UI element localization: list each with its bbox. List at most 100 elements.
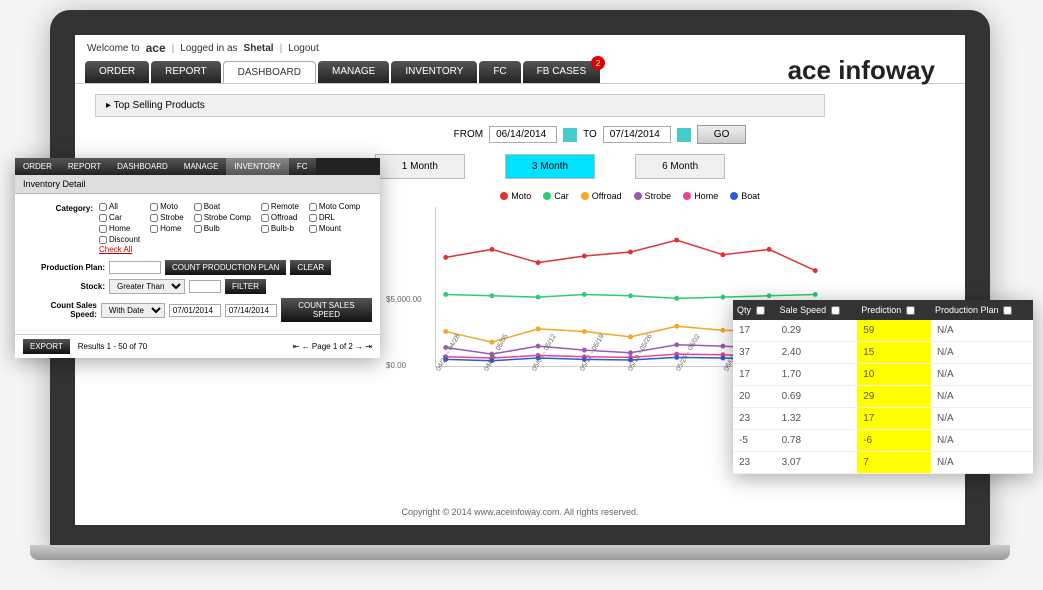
table-row[interactable]: 171.7010N/A: [733, 364, 1033, 386]
cell-qty: 20: [733, 386, 776, 408]
checkbox[interactable]: [194, 203, 202, 211]
table-row[interactable]: 200.6929N/A: [733, 386, 1033, 408]
checkbox[interactable]: [309, 225, 317, 233]
category-label-text: Strobe Comp: [204, 213, 251, 222]
category-checkbox[interactable]: Moto: [150, 202, 184, 211]
count-sales-speed-button[interactable]: COUNT SALES SPEED: [281, 298, 372, 322]
tab-manage[interactable]: MANAGE: [318, 61, 389, 83]
range-6-month[interactable]: 6 Month: [635, 154, 725, 179]
tab-fb-cases[interactable]: FB CASES2: [523, 61, 600, 83]
checkbox[interactable]: [99, 214, 107, 222]
sales-speed-select[interactable]: With Date: [101, 303, 165, 318]
clear-button[interactable]: CLEAR: [290, 260, 331, 275]
category-checkbox[interactable]: Strobe Comp: [194, 213, 251, 222]
cell-sale-speed: 3.07: [776, 452, 858, 474]
checkbox[interactable]: [150, 203, 158, 211]
go-button[interactable]: GO: [697, 125, 747, 144]
legend-item[interactable]: Boat: [730, 191, 760, 201]
header-checkbox[interactable]: [906, 306, 915, 315]
col-qty[interactable]: Qty: [733, 300, 776, 320]
category-checkbox[interactable]: Mount: [309, 224, 360, 233]
inv-tab-dashboard[interactable]: DASHBOARD: [109, 158, 176, 175]
category-checkbox[interactable]: Bulb: [194, 224, 251, 233]
cell-prediction: -6: [857, 430, 931, 452]
category-checkbox[interactable]: Home: [99, 224, 140, 233]
checkbox[interactable]: [99, 203, 107, 211]
checkbox[interactable]: [309, 203, 317, 211]
inv-tab-report[interactable]: REPORT: [60, 158, 109, 175]
checkbox[interactable]: [261, 225, 269, 233]
checkbox[interactable]: [309, 214, 317, 222]
col-sale-speed[interactable]: Sale Speed: [776, 300, 858, 320]
category-checkbox[interactable]: Boat: [194, 202, 251, 211]
date2-input[interactable]: [225, 304, 277, 317]
tab-inventory[interactable]: INVENTORY: [391, 61, 477, 83]
table-row[interactable]: 170.2959N/A: [733, 320, 1033, 342]
legend-item[interactable]: Car: [543, 191, 569, 201]
filter-button[interactable]: FILTER: [225, 279, 266, 294]
logout-link[interactable]: Logout: [288, 43, 319, 54]
to-date-input[interactable]: [603, 126, 671, 143]
legend-item[interactable]: Offroad: [581, 191, 622, 201]
check-all-link[interactable]: Check All: [99, 245, 132, 254]
category-checkbox[interactable]: Home: [150, 224, 184, 233]
checkbox[interactable]: [194, 214, 202, 222]
category-checkbox[interactable]: Remote: [261, 202, 299, 211]
category-label-text: Discount: [109, 235, 140, 244]
inv-tab-fc[interactable]: FC: [289, 158, 316, 175]
legend-label: Car: [554, 191, 569, 201]
table-row[interactable]: -50.78-6N/A: [733, 430, 1033, 452]
legend-label: Boat: [741, 191, 760, 201]
inv-tab-manage[interactable]: MANAGE: [176, 158, 227, 175]
inv-tab-inventory[interactable]: INVENTORY: [226, 158, 288, 175]
legend-item[interactable]: Home: [683, 191, 718, 201]
col-prediction[interactable]: Prediction: [857, 300, 931, 320]
header-checkbox[interactable]: [756, 306, 765, 315]
table-row[interactable]: 231.3217N/A: [733, 408, 1033, 430]
legend-item[interactable]: Strobe: [634, 191, 672, 201]
date1-input[interactable]: [169, 304, 221, 317]
checkbox[interactable]: [99, 225, 107, 233]
legend-label: Home: [694, 191, 718, 201]
range-3-month[interactable]: 3 Month: [505, 154, 595, 179]
category-label-text: Boat: [204, 202, 220, 211]
checkbox[interactable]: [150, 225, 158, 233]
category-checkbox[interactable]: Strobe: [150, 213, 184, 222]
calendar-icon[interactable]: [677, 128, 691, 142]
panel-title[interactable]: ▸ Top Selling Products: [95, 94, 825, 117]
table-body: 170.2959N/A372.4015N/A171.7010N/A200.692…: [733, 320, 1033, 474]
category-checkbox[interactable]: DRL: [309, 213, 360, 222]
checkbox[interactable]: [261, 214, 269, 222]
checkbox[interactable]: [99, 236, 107, 244]
header-checkbox[interactable]: [831, 306, 840, 315]
checkbox[interactable]: [150, 214, 158, 222]
legend-item[interactable]: Moto: [500, 191, 531, 201]
calendar-icon[interactable]: [563, 128, 577, 142]
checkbox[interactable]: [194, 225, 202, 233]
header-checkbox[interactable]: [1003, 306, 1012, 315]
table-row[interactable]: 372.4015N/A: [733, 342, 1033, 364]
stock-value-input[interactable]: [189, 280, 221, 293]
stock-select[interactable]: Greater Than: [109, 279, 185, 294]
export-button[interactable]: EXPORT: [23, 339, 70, 354]
pager-text: Page 1 of 2: [312, 342, 353, 351]
category-checkbox[interactable]: Bulb-b: [261, 224, 299, 233]
table-row[interactable]: 233.077N/A: [733, 452, 1033, 474]
category-checkbox[interactable]: Car: [99, 213, 140, 222]
inv-tab-order[interactable]: ORDER: [15, 158, 60, 175]
tab-order[interactable]: ORDER: [85, 61, 149, 83]
from-date-input[interactable]: [489, 126, 557, 143]
tab-fc[interactable]: FC: [479, 61, 520, 83]
tab-dashboard[interactable]: DASHBOARD: [223, 61, 316, 83]
count-production-button[interactable]: COUNT PRODUCTION PLAN: [165, 260, 286, 275]
category-checkbox[interactable]: Moto Comp: [309, 202, 360, 211]
pager[interactable]: ⇤ ← Page 1 of 2 → ⇥: [293, 342, 372, 351]
range-1-month[interactable]: 1 Month: [375, 154, 465, 179]
col-production-plan[interactable]: Production Plan: [931, 300, 1033, 320]
checkbox[interactable]: [261, 203, 269, 211]
tab-report[interactable]: REPORT: [151, 61, 221, 83]
category-checkbox[interactable]: Offroad: [261, 213, 299, 222]
category-checkbox[interactable]: All: [99, 202, 140, 211]
category-checkbox[interactable]: Discount: [99, 235, 140, 244]
production-plan-input[interactable]: [109, 261, 161, 274]
